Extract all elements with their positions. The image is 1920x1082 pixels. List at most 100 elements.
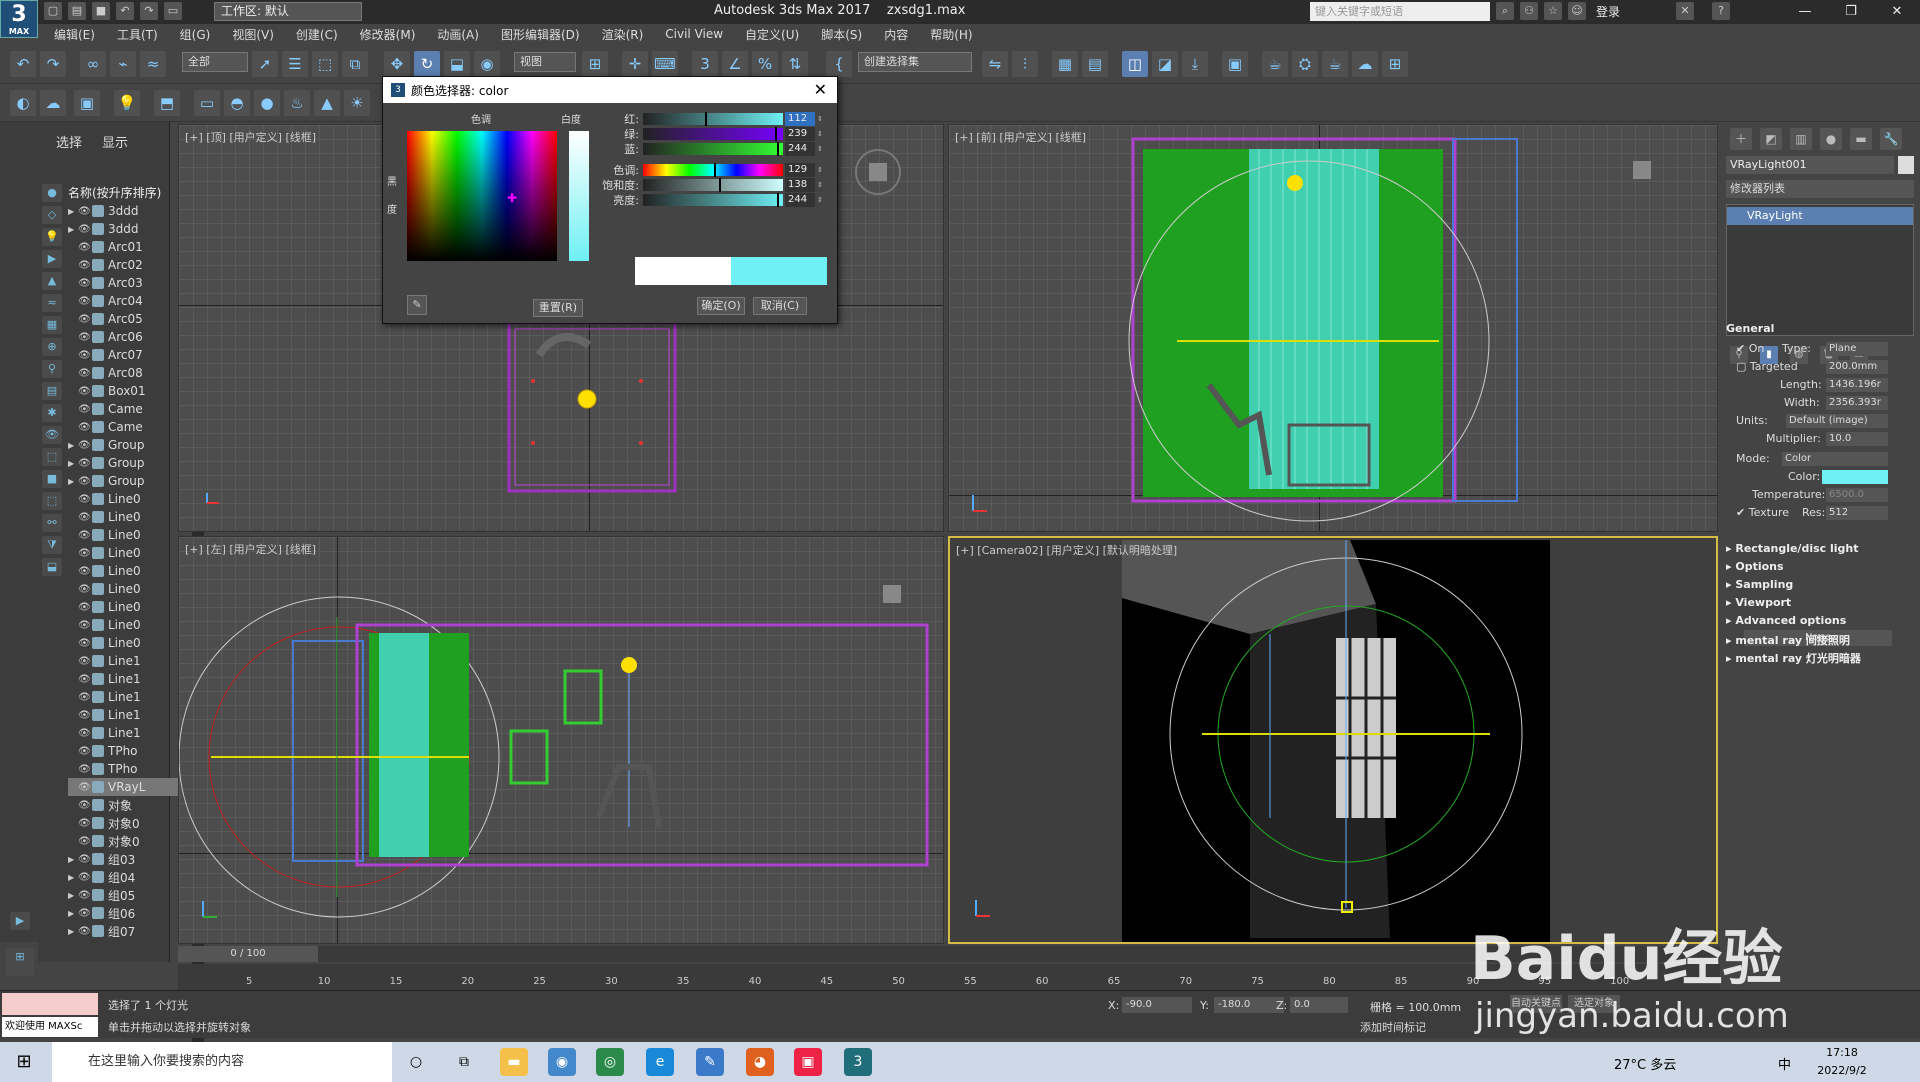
filter-groups-icon[interactable]: ▦: [42, 316, 62, 334]
spinner-icon[interactable]: ⇕: [817, 130, 825, 138]
open-file-icon[interactable]: ▤: [68, 2, 86, 20]
spinner-snap-icon[interactable]: ⇅: [782, 51, 808, 77]
list-item[interactable]: 👁 Arc04: [68, 292, 192, 310]
menu-item[interactable]: 组(G): [180, 26, 211, 43]
menu-item[interactable]: 图形编辑器(D): [501, 26, 580, 43]
dialog-titlebar[interactable]: 3 颜色选择器: color ✕: [383, 77, 837, 103]
expand-arrow-icon[interactable]: ▶: [68, 441, 78, 450]
list-item[interactable]: 👁 Box01: [68, 382, 192, 400]
visibility-eye-icon[interactable]: 👁: [78, 890, 92, 901]
slider-thumb[interactable]: [704, 112, 707, 126]
visibility-eye-icon[interactable]: 👁: [78, 314, 92, 325]
expand-arrow-icon[interactable]: ▶: [68, 909, 78, 918]
favorites-star-icon[interactable]: ☆: [1544, 2, 1562, 20]
list-item[interactable]: 👁 对象0: [68, 832, 192, 850]
undo-icon[interactable]: ↶: [116, 2, 134, 20]
color-slider[interactable]: [643, 112, 783, 126]
list-item[interactable]: 👁 Line1: [68, 688, 192, 706]
visibility-eye-icon[interactable]: 👁: [78, 332, 92, 343]
object-color-swatch[interactable]: [1898, 156, 1914, 174]
list-item[interactable]: 👁 Came: [68, 418, 192, 436]
list-item[interactable]: 👁 Line0: [68, 580, 192, 598]
slider-thumb[interactable]: [714, 163, 717, 177]
filter-geometry-icon[interactable]: ●: [42, 184, 62, 202]
list-item[interactable]: 👁 TPho: [68, 760, 192, 778]
targeted-checkbox[interactable]: ▢ Targeted: [1736, 360, 1798, 373]
color-slider[interactable]: [643, 178, 783, 192]
angle-snap-icon[interactable]: ∠: [722, 51, 748, 77]
modifier-list-select[interactable]: 修改器列表: [1726, 180, 1914, 198]
named-selection-set-select[interactable]: 创建选择集: [858, 52, 972, 72]
color-slider[interactable]: [643, 163, 783, 177]
invert-display-icon[interactable]: 👁: [42, 426, 62, 444]
expand-arrow-icon[interactable]: ▶: [68, 855, 78, 864]
spinner-icon[interactable]: ⇕: [817, 145, 825, 153]
visibility-eye-icon[interactable]: 👁: [78, 530, 92, 541]
rollout-title[interactable]: ▸ Advanced options: [1726, 614, 1846, 627]
keyboard-shortcut-icon[interactable]: ⌨: [652, 51, 678, 77]
slider-thumb[interactable]: [777, 142, 780, 156]
slider-value-field[interactable]: 138: [785, 178, 815, 192]
dome-icon[interactable]: ◓: [224, 90, 250, 116]
slider-value-field[interactable]: 244: [785, 193, 815, 207]
spinner-icon[interactable]: ⇕: [817, 115, 825, 123]
menu-item[interactable]: 修改器(M): [360, 26, 416, 43]
container-icon[interactable]: ⬓: [42, 558, 62, 576]
utilities-tab-icon[interactable]: 🔧: [1880, 128, 1902, 150]
list-item[interactable]: 👁 Arc03: [68, 274, 192, 292]
add-time-tag[interactable]: 添加时间标记: [1360, 1019, 1426, 1035]
camera-icon[interactable]: ⬒: [154, 90, 180, 116]
slider-value-field[interactable]: 244: [785, 142, 815, 156]
expand-panel-icon[interactable]: ▶: [10, 912, 30, 930]
general-rollout-title[interactable]: General: [1726, 322, 1774, 335]
rollout-title[interactable]: ▸ Sampling: [1726, 578, 1793, 591]
length-field[interactable]: 1436.196r: [1826, 378, 1888, 392]
close-window-button[interactable]: ✕: [1874, 0, 1920, 24]
visibility-eye-icon[interactable]: 👁: [78, 512, 92, 523]
frame-buffer-icon[interactable]: ▣: [74, 90, 100, 116]
extra-tools-icon[interactable]: ⊞: [1382, 51, 1408, 77]
sphere-icon[interactable]: ●: [254, 90, 280, 116]
texture-checkbox[interactable]: ✔ Texture: [1736, 506, 1789, 519]
app-icon-3[interactable]: ▣: [794, 1048, 822, 1076]
layer-manager-icon[interactable]: ▦: [1052, 51, 1078, 77]
render-frame-icon[interactable]: ☕: [1262, 51, 1288, 77]
filter-bones-icon[interactable]: ⚲: [42, 360, 62, 378]
layer-icon[interactable]: ■: [42, 470, 62, 488]
list-item[interactable]: ▶ 👁 3ddd: [68, 220, 192, 238]
visibility-eye-icon[interactable]: 👁: [78, 476, 92, 487]
visibility-eye-icon[interactable]: 👁: [78, 764, 92, 775]
rollout-title[interactable]: ▸ Viewport: [1726, 596, 1791, 609]
unlink-icon[interactable]: ⌁: [110, 51, 136, 77]
expand-arrow-icon[interactable]: ▶: [68, 459, 78, 468]
schematic-view-icon[interactable]: ◪: [1152, 51, 1178, 77]
cloud-icon[interactable]: ☁: [40, 90, 66, 116]
list-item[interactable]: 👁 Line0: [68, 526, 192, 544]
visibility-eye-icon[interactable]: 👁: [78, 242, 92, 253]
menu-item[interactable]: 渲染(R): [602, 26, 644, 43]
list-item[interactable]: 👁 对象: [68, 796, 192, 814]
visibility-eye-icon[interactable]: 👁: [78, 386, 92, 397]
list-item[interactable]: ▶ 👁 组03: [68, 850, 192, 868]
list-item[interactable]: 👁 Arc06: [68, 328, 192, 346]
light-lister-icon[interactable]: 💡: [114, 90, 140, 116]
ref-coord-select[interactable]: 视图: [514, 52, 576, 72]
help-icon[interactable]: ?: [1712, 2, 1731, 20]
redo-icon[interactable]: ↷: [140, 2, 158, 20]
system-clock[interactable]: 17:18 2022/9/2: [1812, 1044, 1872, 1080]
multiplier-field[interactable]: 10.0: [1826, 432, 1888, 446]
expand-arrow-icon[interactable]: ▶: [68, 873, 78, 882]
window-crossing-icon[interactable]: ⧉: [342, 51, 368, 77]
display-tab-icon[interactable]: ▬: [1850, 128, 1872, 150]
visibility-eye-icon[interactable]: 👁: [78, 746, 92, 757]
file-explorer-icon[interactable]: ▬: [500, 1048, 528, 1076]
rollout-title[interactable]: ▸ mental ray 灯光明暗器: [1726, 650, 1861, 666]
viewport-camera[interactable]: [+] [Camera02] [用户定义] [默认明暗处理]: [948, 536, 1718, 944]
slider-thumb[interactable]: [774, 127, 777, 141]
list-item[interactable]: 👁 Line0: [68, 616, 192, 634]
list-item[interactable]: 👁 Line0: [68, 634, 192, 652]
viewport-front-label[interactable]: [+] [前] [用户定义] [线框]: [955, 129, 1086, 145]
modify-tab-icon[interactable]: ◩: [1760, 128, 1782, 150]
select-manipulate-icon[interactable]: ✛: [622, 51, 648, 77]
slider-thumb[interactable]: [718, 178, 721, 192]
